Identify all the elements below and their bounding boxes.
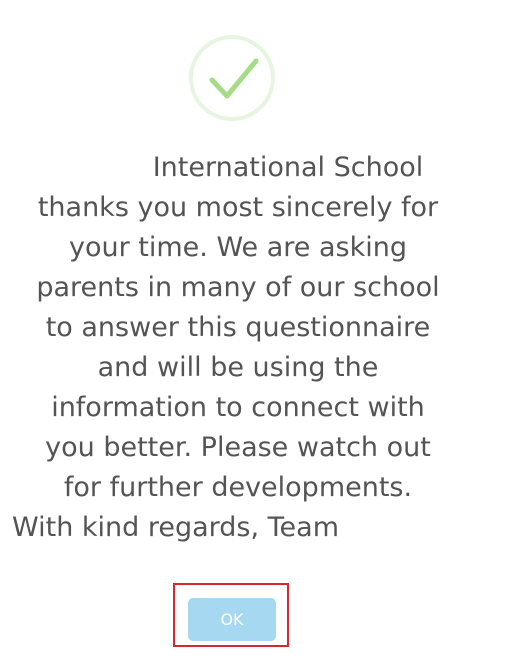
message-line: for further developments. bbox=[63, 472, 413, 503]
message-line: information to connect with bbox=[51, 392, 425, 423]
message-line: you better. Please watch out bbox=[45, 432, 431, 463]
message-line: With kind regards, Team bbox=[12, 512, 340, 543]
message-line: thanks you most sincerely for bbox=[37, 192, 439, 223]
message-line: and will be using the bbox=[97, 352, 379, 383]
success-dialog: International School thanks you most sin… bbox=[0, 0, 516, 658]
message-line: your time. We are asking bbox=[68, 232, 407, 263]
message-line: parents in many of our school bbox=[36, 272, 440, 303]
dialog-message: International School thanks you most sin… bbox=[8, 148, 468, 548]
message-line: International School bbox=[152, 152, 424, 183]
ok-button[interactable]: OK bbox=[188, 598, 276, 641]
message-line: to answer this questionnaire bbox=[45, 312, 431, 343]
checkmark-success-icon bbox=[188, 34, 276, 122]
